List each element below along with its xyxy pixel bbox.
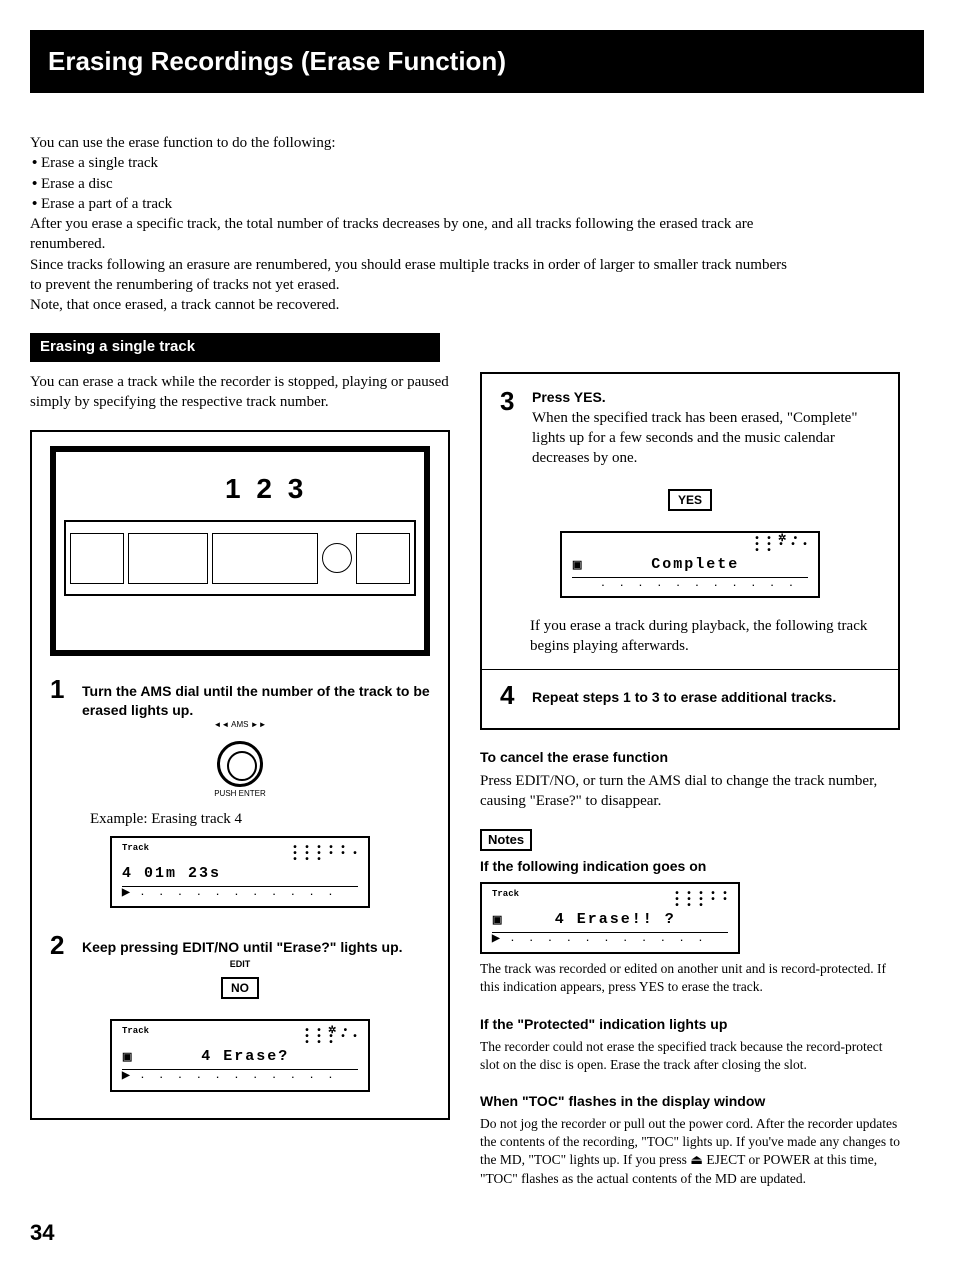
device-illustration: 1 2 3 [50,446,430,656]
no-button-icon: NO [221,977,259,999]
cancel-head: To cancel the erase function [480,748,900,767]
example-label: Example: Erasing track 4 [90,809,430,829]
edit-label: EDIT [50,958,430,970]
note1-text: The track was recorded or edited on anot… [480,960,900,996]
intro-para: After you erase a specific track, the to… [30,214,790,255]
intro-block: You can use the erase function to do the… [30,133,790,315]
step-number: 1 [50,676,72,702]
step-text: Keep pressing EDIT/NO until "Erase?" lig… [82,932,403,957]
intro-lead: You can use the erase function to do the… [30,133,790,153]
lcd-dots: • • ✲ • • • • • • • • [754,537,808,555]
step-number: 2 [50,932,72,958]
note2-text: The recorder could not erase the specifi… [480,1038,900,1074]
lcd-display-note: Track • • • • • • • • • • • • • ▣ 4 Eras… [480,882,740,955]
step3-after: If you erase a track during playback, th… [530,616,880,657]
subheading-bar: Erasing a single track [30,333,440,361]
erase-note: You can erase a track while the recorder… [30,372,450,413]
lcd-main: 4 Erase? [132,1047,358,1067]
lcd-dots: • • • • • • • • • • • • • [674,892,728,910]
step-text: Repeat steps 1 to 3 to erase additional … [532,682,836,707]
note1-head: If the following indication goes on [480,857,900,876]
step-number: 3 [500,388,522,414]
lcd-display-1: Track • • • • • • • • • • • • • • 4 01m … [110,836,370,909]
intro-para: Since tracks following an erasure are re… [30,255,790,296]
lcd-main: Complete [582,555,808,575]
intro-bullet: Erase a disc [32,174,790,194]
step-3: 3 Press YES. When the specified track ha… [500,388,880,469]
lcd-display-2: Track • • ✲ • • • • • • • • • ▣ 4 Erase?… [110,1019,370,1092]
lcd-display-3: • • ✲ • • • • • • • • ▣ Complete . . . .… [560,531,820,598]
note2-head: If the "Protected" indication lights up [480,1015,900,1034]
dial-top-label: ◄◄ AMS ►► [50,720,430,731]
page-number: 34 [30,1218,924,1248]
step-text: Turn the AMS dial until the number of th… [82,676,430,720]
device-step-markers: 1 2 3 [225,470,307,508]
step-sub: When the specified track has been erased… [532,410,857,467]
intro-bullet: Erase a single track [32,153,790,173]
ams-dial-icon [217,741,263,787]
lcd-dots: • • ✲ • • • • • • • • • [304,1029,358,1047]
right-step-box: 3 Press YES. When the specified track ha… [480,372,900,730]
step-head: Press YES. [532,383,606,405]
notes-label: Notes [480,829,532,851]
note3-head: When "TOC" flashes in the display window [480,1092,900,1111]
cancel-text: Press EDIT/NO, or turn the AMS dial to c… [480,771,900,812]
lcd-dots: • • • • • • • • • • • • • • [292,846,358,864]
lcd-main: 4 Erase!! ? [502,910,728,930]
note3-text: Do not jog the recorder or pull out the … [480,1115,900,1188]
step-2: 2 Keep pressing EDIT/NO until "Erase?" l… [50,932,430,958]
lcd-main: 4 01m 23s [122,864,221,884]
step-number: 4 [500,682,522,708]
intro-bullet: Erase a part of a track [32,194,790,214]
page-title: Erasing Recordings (Erase Function) [30,30,924,93]
left-step-box: 1 2 3 1 Turn the AMS dial until the numb… [30,430,450,1119]
intro-para: Note, that once erased, a track cannot b… [30,295,790,315]
dial-bottom-label: PUSH ENTER [50,789,430,800]
step-4: 4 Repeat steps 1 to 3 to erase additiona… [500,682,880,708]
yes-button-icon: YES [668,489,712,511]
step-1: 1 Turn the AMS dial until the number of … [50,676,430,720]
